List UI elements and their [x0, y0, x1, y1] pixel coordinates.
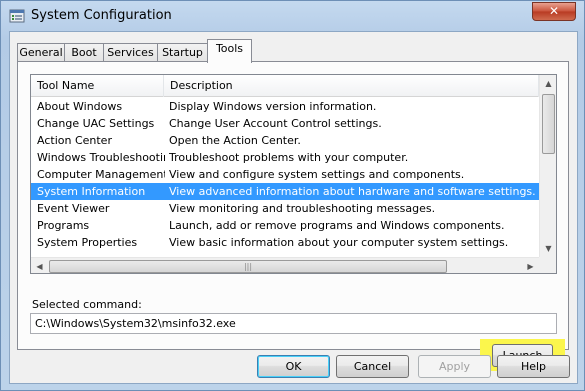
- tool-name: System Properties: [37, 236, 138, 249]
- list-rows: About Windows Display Windows version inf…: [31, 98, 539, 251]
- vertical-scrollbar[interactable]: ▲ ▼: [539, 75, 556, 257]
- tab-services[interactable]: Services: [103, 43, 158, 62]
- tool-description: View monitoring and troubleshooting mess…: [169, 202, 436, 215]
- list-item[interactable]: Computer Management View and configure sy…: [31, 166, 539, 183]
- arrow-right-icon[interactable]: ▶: [522, 258, 539, 273]
- window-title: System Configuration: [31, 8, 172, 23]
- list-item[interactable]: System Properties View basic information …: [31, 234, 539, 251]
- list-item[interactable]: Change UAC Settings Change User Account C…: [31, 115, 539, 132]
- selected-command-field[interactable]: [30, 313, 557, 334]
- tool-description: View and configure system settings and c…: [169, 168, 465, 181]
- tool-name: Action Center: [37, 134, 112, 147]
- tool-name: Event Viewer: [37, 202, 110, 215]
- vertical-scroll-thumb[interactable]: [542, 94, 555, 154]
- tool-description: Change User Account Control settings.: [169, 117, 382, 130]
- system-configuration-icon: [9, 8, 25, 24]
- tool-name: System Information: [37, 185, 146, 198]
- dialog-client-area: General Boot Services Startup Tools Tool…: [9, 31, 578, 384]
- selected-command-label: Selected command:: [32, 298, 142, 311]
- tool-name: Windows Troubleshooting: [37, 151, 165, 164]
- ok-button[interactable]: OK: [257, 355, 330, 378]
- tool-description: Open the Action Center.: [169, 134, 301, 147]
- tab-startup[interactable]: Startup: [157, 43, 208, 62]
- horizontal-scroll-thumb[interactable]: |||: [49, 260, 447, 273]
- arrow-left-icon[interactable]: ◀: [31, 258, 48, 273]
- tool-name: Change UAC Settings: [37, 117, 155, 130]
- help-button[interactable]: Help: [497, 355, 570, 378]
- grip-icon: |||: [243, 262, 253, 271]
- column-header-description[interactable]: Description: [164, 75, 539, 97]
- list-header: Tool Name Description: [31, 75, 539, 97]
- tool-name: Programs: [37, 219, 90, 232]
- title-bar[interactable]: System Configuration ✕: [1, 1, 584, 31]
- cancel-button[interactable]: Cancel: [336, 355, 409, 378]
- apply-button[interactable]: Apply: [418, 355, 491, 378]
- scrollbar-corner: [539, 257, 556, 273]
- column-header-tool-name[interactable]: Tool Name: [31, 75, 164, 97]
- list-item-selected[interactable]: System Information View advanced informat…: [31, 183, 539, 200]
- list-item[interactable]: About Windows Display Windows version inf…: [31, 98, 539, 115]
- close-button[interactable]: ✕: [532, 2, 576, 21]
- list-item[interactable]: Action Center Open the Action Center.: [31, 132, 539, 149]
- tools-tab-panel: Tool Name Description About Windows Displ…: [17, 61, 569, 371]
- tool-description: Troubleshoot problems with your computer…: [169, 151, 409, 164]
- tool-description: Launch, add or remove programs and Windo…: [169, 219, 505, 232]
- tool-name: Computer Management: [37, 168, 165, 181]
- horizontal-scrollbar[interactable]: ◀ ||| ▶: [31, 257, 539, 273]
- list-item[interactable]: Programs Launch, add or remove programs a…: [31, 217, 539, 234]
- tool-name: About Windows: [37, 100, 123, 113]
- system-configuration-window: System Configuration ✕ General Boot Serv…: [0, 0, 585, 391]
- tools-list[interactable]: Tool Name Description About Windows Displ…: [30, 74, 557, 274]
- tool-description: Display Windows version information.: [169, 100, 377, 113]
- tab-boot[interactable]: Boot: [64, 43, 104, 62]
- list-item[interactable]: Event Viewer View monitoring and troubles…: [31, 200, 539, 217]
- tab-general[interactable]: General: [17, 43, 65, 62]
- arrow-up-icon[interactable]: ▲: [540, 75, 556, 92]
- tab-tools[interactable]: Tools: [207, 39, 252, 63]
- tool-description: View advanced information about hardware…: [169, 185, 536, 198]
- arrow-down-icon[interactable]: ▼: [540, 240, 556, 257]
- list-item[interactable]: Windows Troubleshooting Troubleshoot prob…: [31, 149, 539, 166]
- tool-description: View basic information about your comput…: [169, 236, 509, 249]
